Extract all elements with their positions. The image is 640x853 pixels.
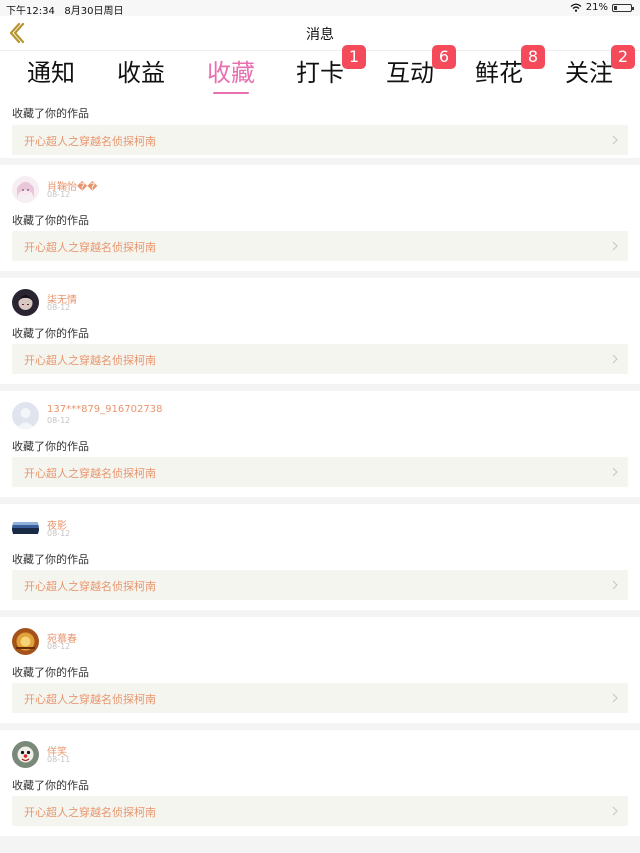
work-title: 开心超人之穿越名侦探柯南 xyxy=(24,135,156,148)
timestamp: 08-12 xyxy=(47,529,71,538)
battery-percent: 21% xyxy=(585,2,608,13)
status-bar: 下午12:34 8月30日周日 21% xyxy=(0,0,640,17)
chevron-right-icon xyxy=(612,580,618,590)
tab-label: 关注 xyxy=(565,59,613,87)
action-text: 收藏了你的作品 xyxy=(12,553,89,566)
chevron-right-icon xyxy=(612,467,618,477)
work-link[interactable]: 开心超人之穿越名侦探柯南 xyxy=(12,796,628,826)
work-title: 开心超人之穿越名侦探柯南 xyxy=(24,467,156,480)
timestamp: 08-11 xyxy=(47,755,71,764)
work-link[interactable]: 开心超人之穿越名侦探柯南 xyxy=(12,570,628,600)
work-title: 开心超人之穿越名侦探柯南 xyxy=(24,241,156,254)
tab-0[interactable]: 通知 xyxy=(11,57,91,97)
favorite-item: 夜影 08-12 收藏了你的作品 开心超人之穿越名侦探柯南 xyxy=(0,504,640,610)
action-text: 收藏了你的作品 xyxy=(12,107,89,120)
nav-bar: 消息 xyxy=(0,16,640,51)
status-indicators: 21% xyxy=(570,2,634,13)
tab-4[interactable]: 互动 6 xyxy=(370,45,456,97)
tab-label: 互动 xyxy=(386,59,434,87)
unread-badge: 8 xyxy=(521,45,545,69)
tab-2[interactable]: 收藏 xyxy=(191,57,271,97)
timestamp: 08-12 xyxy=(47,416,71,425)
page-title: 消息 xyxy=(306,27,334,43)
favorite-item: 佯笑 08-11 收藏了你的作品 开心超人之穿越名侦探柯南 xyxy=(0,730,640,836)
action-text: 收藏了你的作品 xyxy=(12,327,89,340)
tab-label: 通知 xyxy=(27,59,75,87)
landscape-avatar[interactable] xyxy=(12,515,39,542)
unread-badge: 6 xyxy=(432,45,456,69)
work-link[interactable]: 开心超人之穿越名侦探柯南 xyxy=(12,683,628,713)
unread-badge: 1 xyxy=(342,45,366,69)
golden-avatar[interactable] xyxy=(12,628,39,655)
favorite-item: 收藏了你的作品 开心超人之穿越名侦探柯南 xyxy=(0,99,640,158)
user-name[interactable]: 137***879_916702738 xyxy=(47,404,162,415)
tab-label: 收藏 xyxy=(207,59,255,87)
work-title: 开心超人之穿越名侦探柯南 xyxy=(24,806,156,819)
timestamp: 08-12 xyxy=(47,642,71,651)
work-link[interactable]: 开心超人之穿越名侦探柯南 xyxy=(12,457,628,487)
tab-5[interactable]: 鲜花 8 xyxy=(459,45,545,97)
clown-avatar[interactable] xyxy=(12,741,39,768)
tab-3[interactable]: 打卡 1 xyxy=(280,45,366,97)
tab-6[interactable]: 关注 2 xyxy=(549,45,635,97)
active-tab-indicator xyxy=(213,92,249,94)
chevron-right-icon xyxy=(612,241,618,251)
favorite-item: 137***879_916702738 08-12 收藏了你的作品开心超人之穿越名侦… xyxy=(0,391,640,497)
action-text: 收藏了你的作品 xyxy=(12,440,89,453)
work-link[interactable]: 开心超人之穿越名侦探柯南 xyxy=(12,344,628,374)
favorite-item: 宛慕春 08-12 收藏了你的作品 开心超人之穿越名侦探柯南 xyxy=(0,617,640,723)
chevron-right-icon xyxy=(612,693,618,703)
tab-bar: 通知 收益 收藏 打卡 1 互动 6 鲜花 8 关注 2 xyxy=(0,45,640,99)
tab-1[interactable]: 收益 xyxy=(101,57,181,97)
unread-badge: 2 xyxy=(611,45,635,69)
default-avatar[interactable] xyxy=(12,402,39,429)
action-text: 收藏了你的作品 xyxy=(12,666,89,679)
work-link[interactable]: 开心超人之穿越名侦探柯南 xyxy=(12,231,628,261)
chevron-right-icon xyxy=(612,806,618,816)
tab-label: 鲜花 xyxy=(475,59,523,87)
work-title: 开心超人之穿越名侦探柯南 xyxy=(24,693,156,706)
favorites-feed: 收藏了你的作品 开心超人之穿越名侦探柯南 肖鞠怡�� 08-12 收藏了你的作品 开心… xyxy=(0,99,640,843)
timestamp: 08-12 xyxy=(47,190,71,199)
favorite-item: 柒无情 08-12 收藏了你的作品 开心超人之穿越名侦探柯南 xyxy=(0,278,640,384)
status-time-date: 下午12:34 8月30日周日 xyxy=(6,2,123,17)
work-title: 开心超人之穿越名侦探柯南 xyxy=(24,580,156,593)
work-title: 开心超人之穿越名侦探柯南 xyxy=(24,354,156,367)
anime-girl-avatar[interactable] xyxy=(12,176,39,203)
chevron-right-icon xyxy=(612,135,618,145)
timestamp: 08-12 xyxy=(47,303,71,312)
action-text: 收藏了你的作品 xyxy=(12,779,89,792)
dark-hair-avatar[interactable] xyxy=(12,289,39,316)
chevron-right-icon xyxy=(612,354,618,364)
action-text: 收藏了你的作品 xyxy=(12,214,89,227)
tab-label: 收益 xyxy=(117,59,165,87)
favorite-item: 肖鞠怡�� 08-12 收藏了你的作品 开心超人之穿越名侦探柯南 xyxy=(0,165,640,271)
wifi-icon xyxy=(570,3,582,12)
battery-icon xyxy=(612,3,634,12)
work-link[interactable]: 开心超人之穿越名侦探柯南 xyxy=(12,125,628,155)
tab-label: 打卡 xyxy=(296,59,344,87)
